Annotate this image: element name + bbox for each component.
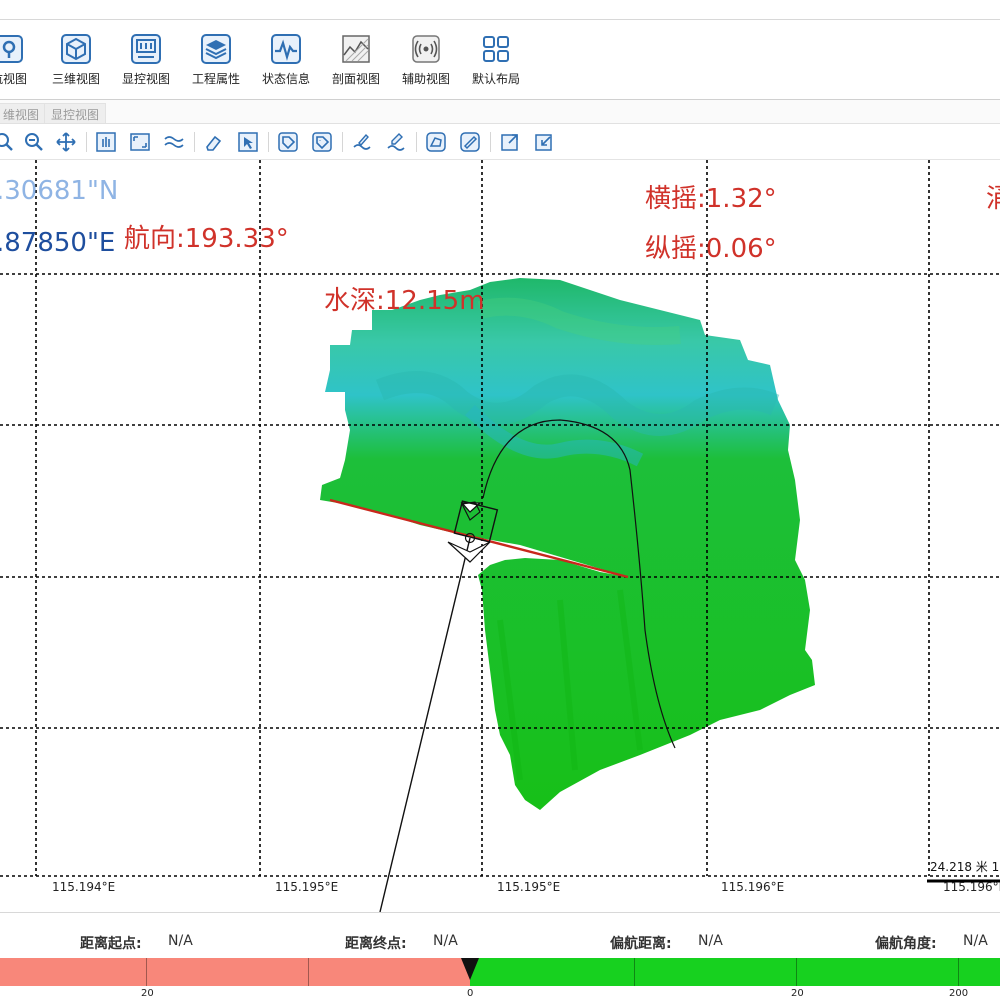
ribbon-label: 显控视图 <box>121 72 170 86</box>
view-tab-strip: 维视图 显控视图 <box>0 100 1000 124</box>
deviation-tick <box>146 958 147 986</box>
deviation-bar <box>0 958 1000 986</box>
nav-map-canvas[interactable]: .30681"N .87850"E 航向:193.33° 横摇:1.32° 纵摇… <box>0 160 1000 912</box>
survey-line-icon[interactable] <box>350 130 374 154</box>
dist-end-value: N/A <box>433 933 458 949</box>
heading-readout: 航向:193.33° <box>124 224 289 254</box>
offtrack-angle-label: 偏航角度: <box>875 936 937 952</box>
tab-3d-view[interactable]: 维视图 <box>0 103 47 123</box>
grid-layout-icon <box>479 32 513 66</box>
hand-select-icon[interactable] <box>94 130 118 154</box>
roll-readout: 横摇:1.32° <box>645 184 777 214</box>
ribbon-default-layout-button[interactable]: 默认布局 <box>465 32 527 94</box>
tag-icon[interactable] <box>276 130 300 154</box>
nav-status-bar: 距离起点: N/A 距离终点: N/A 偏航距离: N/A 偏航角度: N/A <box>0 912 1000 958</box>
deviation-tick <box>958 958 959 986</box>
ribbon-toolbar: 航视图 三维视图 显控视图 工程属性 状态信息 <box>0 20 1000 100</box>
ribbon-status-info-button[interactable]: 状态信息 <box>255 32 317 94</box>
deviation-scale-label: 0 <box>467 988 474 999</box>
dist-start-label: 距离起点: <box>80 936 142 952</box>
fit-window-icon[interactable] <box>128 130 152 154</box>
pitch-readout: 纵摇:0.06° <box>645 234 777 264</box>
toolbar-separator <box>86 132 87 152</box>
deviation-tick <box>796 958 797 986</box>
title-strip <box>0 0 1000 20</box>
control-panel-icon <box>129 32 163 66</box>
lon-tick-label: 115.194°E <box>52 880 116 894</box>
deviation-scale-labels: 20 0 20 200 <box>0 986 1000 1000</box>
toolbar-separator <box>268 132 269 152</box>
offtrack-distance-value: N/A <box>698 933 723 949</box>
scale-label: 24.218 米 1:6 <box>930 860 1000 874</box>
cube-3d-icon <box>59 32 93 66</box>
signal-broadcast-icon <box>409 32 443 66</box>
offtrack-angle-value: N/A <box>963 933 988 949</box>
depth-readout: 水深:12.15m <box>324 286 485 316</box>
ribbon-control-view-button[interactable]: 显控视图 <box>115 32 177 94</box>
map-toolbar <box>0 124 1000 160</box>
pointer-select-icon[interactable] <box>236 130 260 154</box>
profile-view-icon <box>339 32 373 66</box>
ribbon-profile-view-button[interactable]: 剖面视图 <box>325 32 387 94</box>
wave-line-icon[interactable] <box>162 130 186 154</box>
dist-end-label: 距离终点: <box>345 936 407 952</box>
deviation-tick <box>634 958 635 986</box>
lon-tick-label: 115.196°E <box>943 880 1000 894</box>
longitude-readout: .87850"E <box>0 228 116 258</box>
app-window: 航视图 三维视图 显控视图 工程属性 状态信息 <box>0 0 1000 1000</box>
latitude-readout: .30681"N <box>0 176 119 206</box>
deviation-scale-label: 20 <box>791 988 804 999</box>
layers-icon <box>199 32 233 66</box>
ribbon-label: 状态信息 <box>261 72 310 86</box>
wrench-edit-icon[interactable] <box>384 130 408 154</box>
ribbon-nav-view-button[interactable]: 航视图 <box>0 32 40 94</box>
ribbon-label: 剖面视图 <box>331 72 380 86</box>
pan-move-icon[interactable] <box>54 130 78 154</box>
ribbon-label: 航视图 <box>0 72 27 86</box>
dist-start-value: N/A <box>168 933 193 949</box>
deviation-right-zone <box>470 958 1000 986</box>
zoom-out-icon[interactable] <box>22 130 46 154</box>
import-icon[interactable] <box>532 130 556 154</box>
toolbar-separator <box>342 132 343 152</box>
heading-line <box>379 537 471 912</box>
bathymetry-surface <box>320 278 815 810</box>
ribbon-3d-view-button[interactable]: 三维视图 <box>45 32 107 94</box>
ribbon-label: 三维视图 <box>51 72 100 86</box>
deviation-pointer <box>461 958 479 980</box>
deviation-scale-label: 20 <box>141 988 154 999</box>
toolbar-separator <box>194 132 195 152</box>
toolbar-separator <box>416 132 417 152</box>
nav-map-icon <box>0 32 26 66</box>
ribbon-aux-view-button[interactable]: 辅助视图 <box>395 32 457 94</box>
tag-edit-icon[interactable] <box>310 130 334 154</box>
deviation-left-zone <box>0 958 470 986</box>
deviation-scale-label: 200 <box>949 988 969 999</box>
export-icon[interactable] <box>498 130 522 154</box>
lon-tick-label: 115.195°E <box>497 880 561 894</box>
ribbon-project-props-button[interactable]: 工程属性 <box>185 32 247 94</box>
map-graphics <box>0 160 1000 912</box>
tab-control-view[interactable]: 显控视图 <box>44 103 107 123</box>
offtrack-distance-label: 偏航距离: <box>610 936 672 952</box>
waveform-monitor-icon <box>269 32 303 66</box>
zoom-in-icon[interactable] <box>0 130 16 154</box>
toolbar-separator <box>490 132 491 152</box>
eraser-icon[interactable] <box>202 130 226 154</box>
heave-readout-partial: 涌 <box>986 184 1000 214</box>
area-select-icon[interactable] <box>424 130 448 154</box>
ribbon-label: 默认布局 <box>471 72 520 86</box>
lon-tick-label: 115.195°E <box>275 880 339 894</box>
ribbon-label: 工程属性 <box>191 72 240 86</box>
lon-tick-label: 115.196°E <box>721 880 785 894</box>
deviation-tick <box>308 958 309 986</box>
ribbon-label: 辅助视图 <box>401 72 450 86</box>
area-edit-icon[interactable] <box>458 130 482 154</box>
